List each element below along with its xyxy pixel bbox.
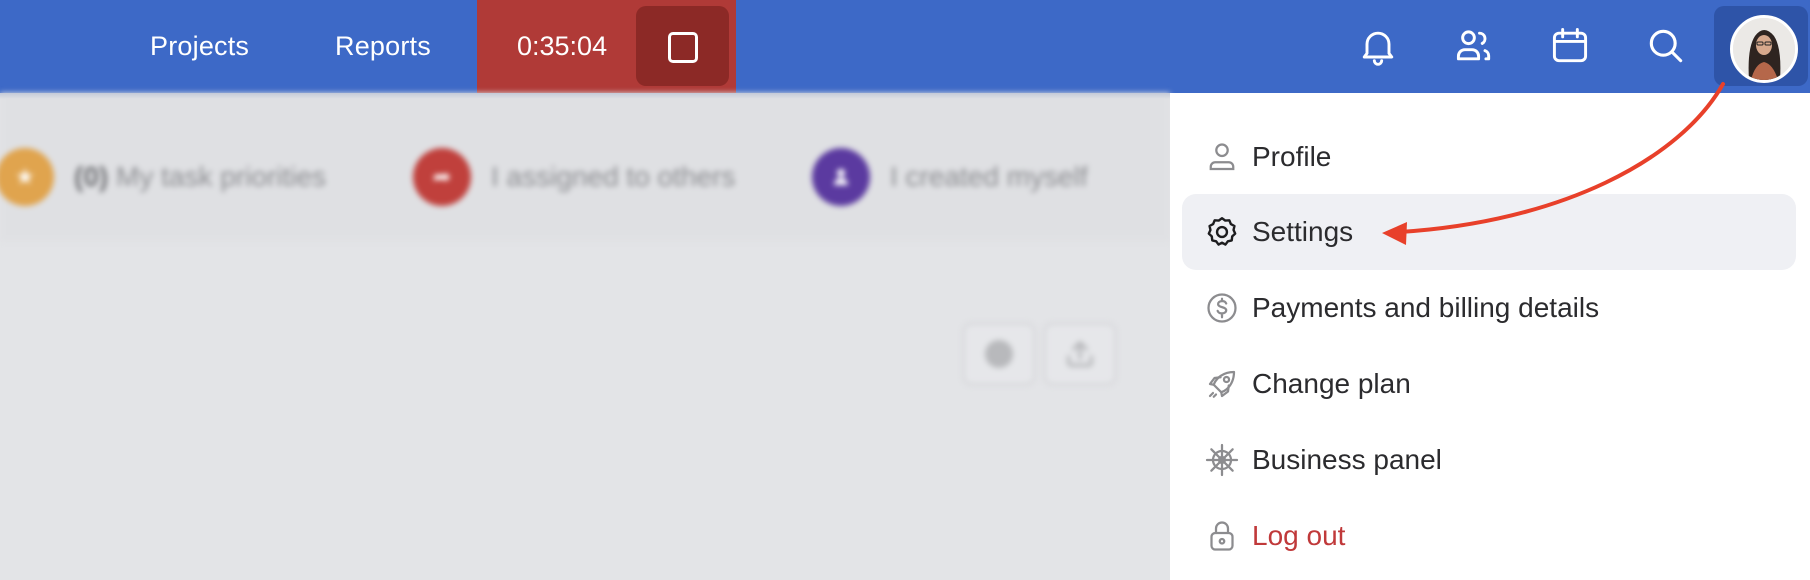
menu-label: Profile: [1252, 141, 1332, 172]
filter-assigned-to-others[interactable]: ➦ I assigned to others: [413, 145, 735, 209]
user-icon: [1209, 143, 1235, 171]
filter-my-task-priorities[interactable]: ★ (0) My task priorities: [0, 145, 326, 209]
filter-created-myself[interactable]: I created myself: [812, 145, 1088, 209]
filter-label: I assigned to others: [491, 161, 736, 192]
toolbar-circle-button[interactable]: [963, 323, 1035, 385]
time-tracker: 0:35:04: [477, 0, 736, 93]
menu-label: Payments and billing details: [1252, 292, 1600, 323]
filter-count: (0): [74, 161, 109, 192]
dollar-circle-icon: [1207, 293, 1237, 323]
share-arrow-icon: ➦: [413, 148, 471, 206]
notifications-button[interactable]: [1356, 24, 1400, 68]
calendar-icon: [1552, 28, 1588, 63]
search-icon: [1649, 29, 1683, 63]
topbar-shadow: [0, 93, 1170, 99]
menu-item-settings[interactable]: Settings: [1182, 194, 1796, 270]
stop-timer-button[interactable]: [636, 6, 729, 86]
menu-item-business-panel[interactable]: Business panel: [1182, 422, 1796, 498]
search-button[interactable]: [1644, 24, 1688, 68]
menu-item-log-out[interactable]: Log out: [1182, 498, 1796, 574]
task-filter-bar: ★ (0) My task priorities ➦ I assigned to…: [0, 93, 1170, 241]
helm-icon: [1205, 443, 1239, 477]
team-button[interactable]: [1452, 24, 1496, 68]
menu-item-change-plan[interactable]: Change plan: [1182, 346, 1796, 422]
circle-icon: [985, 340, 1013, 368]
menu-label: Business panel: [1252, 444, 1442, 475]
timer-value: 0:35:04: [517, 31, 608, 61]
menu-item-payments[interactable]: Payments and billing details: [1182, 270, 1796, 346]
calendar-button[interactable]: [1548, 24, 1592, 68]
user-avatar: [1730, 15, 1798, 83]
bell-icon: [1362, 31, 1394, 66]
filter-label: I created myself: [890, 161, 1088, 192]
menu-label: Settings: [1252, 216, 1354, 247]
user-dropdown-menu: Profile Settings Payments and billing de…: [1170, 93, 1810, 580]
gear-icon: [1207, 217, 1237, 246]
lock-icon: [1210, 521, 1234, 551]
filter-label: My task priorities: [116, 161, 327, 192]
nav-reports[interactable]: Reports: [335, 0, 431, 93]
user-menu-button[interactable]: [1714, 6, 1808, 86]
upload-icon: [1067, 341, 1093, 367]
toolbar-upload-button[interactable]: [1044, 323, 1116, 385]
nav-projects[interactable]: Projects: [150, 0, 249, 93]
menu-label: Log out: [1252, 520, 1346, 551]
stop-square-icon: [668, 32, 698, 63]
person-icon: [812, 148, 870, 206]
star-icon: ★: [0, 148, 54, 206]
menu-label: Change plan: [1252, 368, 1411, 399]
menu-item-profile[interactable]: Profile: [1182, 119, 1796, 195]
rocket-icon: [1208, 370, 1236, 398]
main-content-blurred: ★ (0) My task priorities ➦ I assigned to…: [0, 93, 1170, 580]
team-icon: [1456, 30, 1491, 61]
avatar-photo: [1733, 18, 1795, 80]
top-navigation-bar: Projects Reports 0:35:04: [0, 0, 1810, 93]
